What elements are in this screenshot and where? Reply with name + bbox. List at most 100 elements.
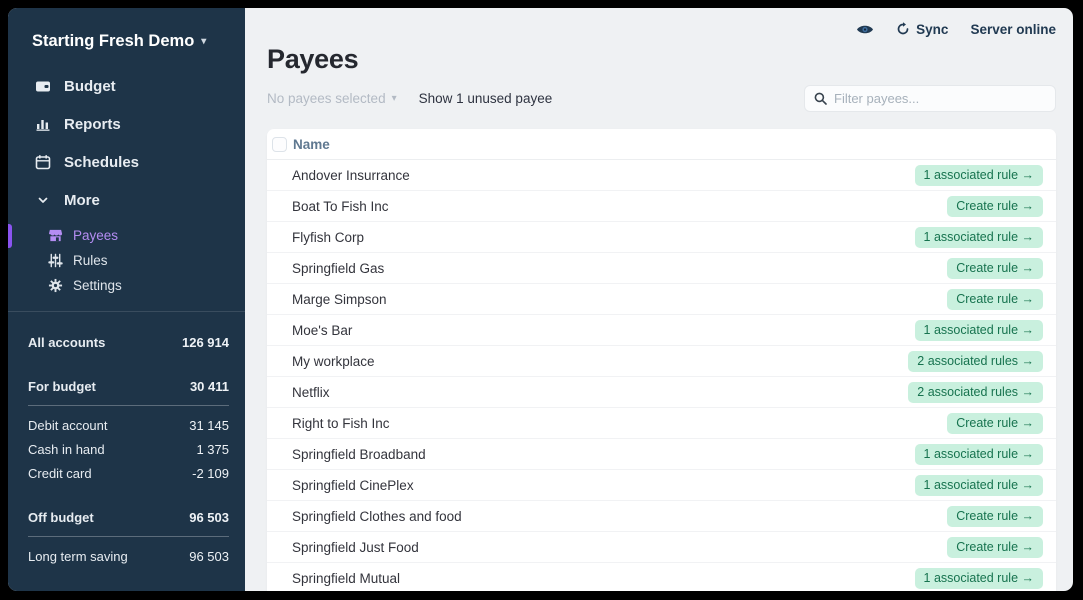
account-balance: -2 109 <box>192 466 229 481</box>
rule-badge[interactable]: Create rule → <box>947 258 1043 279</box>
add-account-button[interactable]: + Add account <box>8 590 245 591</box>
rule-badge[interactable]: 2 associated rules → <box>908 382 1043 403</box>
sidebar-item-label: Reports <box>64 116 121 133</box>
main-content: Sync Server online Payees No payees sele… <box>245 8 1073 591</box>
sidebar-item-label: Rules <box>73 253 108 268</box>
table-row[interactable]: Springfield Broadband 1 associated rule … <box>267 439 1056 470</box>
table-row[interactable]: Springfield CinePlex 1 associated rule → <box>267 470 1056 501</box>
payee-name: Boat To Fish Inc <box>292 199 947 214</box>
chevron-down-icon: ▾ <box>201 36 206 47</box>
account-label: Credit card <box>28 466 92 481</box>
sidebar-item-schedules[interactable]: Schedules <box>8 143 245 181</box>
rule-badge[interactable]: 1 associated rule → <box>915 568 1043 589</box>
privacy-eye-button[interactable] <box>856 23 874 36</box>
for-budget-row[interactable]: For budget 30 411 <box>28 369 229 406</box>
rule-badge[interactable]: Create rule → <box>947 537 1043 558</box>
chevron-down-icon <box>35 192 51 208</box>
eye-icon <box>856 23 874 36</box>
payees-selected-label: No payees selected <box>267 91 386 106</box>
table-row[interactable]: Moe's Bar 1 associated rule → <box>267 315 1056 346</box>
payees-selected-dropdown[interactable]: No payees selected ▾ <box>267 91 397 106</box>
sidebar-item-more[interactable]: More <box>8 181 245 219</box>
table-row[interactable]: Andover Insurrance 1 associated rule → <box>267 160 1056 191</box>
rule-badge[interactable]: 1 associated rule → <box>915 475 1043 496</box>
payee-name: Marge Simpson <box>292 292 947 307</box>
account-label: Cash in hand <box>28 442 105 457</box>
table-row[interactable]: Flyfish Corp 1 associated rule → <box>267 222 1056 253</box>
server-status-label: Server online <box>970 22 1056 37</box>
cash-in-hand-row[interactable]: Cash in hand 1 375 <box>28 437 229 461</box>
chevron-down-icon: ▾ <box>392 93 397 104</box>
rule-badge[interactable]: 2 associated rules → <box>908 351 1043 372</box>
payee-name: Springfield Clothes and food <box>292 509 947 524</box>
payee-name: Netflix <box>292 385 908 400</box>
sidebar-menu: Budget Reports Schedules More <box>8 67 245 219</box>
app-window: Starting Fresh Demo ▾ Budget Reports <box>8 8 1073 591</box>
rule-badge[interactable]: Create rule → <box>947 506 1043 527</box>
sidebar-item-label: Schedules <box>64 154 139 171</box>
rule-badge[interactable]: Create rule → <box>947 196 1043 217</box>
table-row[interactable]: Right to Fish Inc Create rule → <box>267 408 1056 439</box>
show-unused-payee-link[interactable]: Show 1 unused payee <box>419 91 553 106</box>
budget-name: Starting Fresh Demo <box>32 32 194 51</box>
page-title: Payees <box>267 44 1056 75</box>
select-all-checkbox[interactable] <box>272 137 287 152</box>
sliders-icon <box>47 253 63 269</box>
sidebar-item-rules[interactable]: Rules <box>8 248 245 273</box>
rule-badge[interactable]: Create rule → <box>947 289 1043 310</box>
account-label: Debit account <box>28 418 108 433</box>
payee-name: Flyfish Corp <box>292 230 915 245</box>
payee-name: Springfield Just Food <box>292 540 947 555</box>
wallet-icon <box>35 78 51 94</box>
table-row[interactable]: Springfield Just Food Create rule → <box>267 532 1056 563</box>
account-balance: 1 375 <box>196 442 229 457</box>
all-accounts-row[interactable]: All accounts 126 914 <box>28 335 229 369</box>
off-budget-row[interactable]: Off budget 96 503 <box>28 500 229 537</box>
active-indicator <box>8 224 12 248</box>
account-balance: 96 503 <box>189 549 229 564</box>
topbar: Sync Server online <box>245 8 1073 41</box>
search-icon <box>814 92 827 105</box>
server-status[interactable]: Server online <box>970 22 1056 37</box>
table-row[interactable]: Boat To Fish Inc Create rule → <box>267 191 1056 222</box>
debit-account-row[interactable]: Debit account 31 145 <box>28 413 229 437</box>
payee-name: Right to Fish Inc <box>292 416 947 431</box>
page-header: Payees No payees selected ▾ Show 1 unuse… <box>245 41 1073 112</box>
table-row[interactable]: Springfield Clothes and food Create rule… <box>267 501 1056 532</box>
payee-name: Springfield Broadband <box>292 447 915 462</box>
long-term-saving-row[interactable]: Long term saving 96 503 <box>28 544 229 568</box>
payee-name: Springfield Mutual <box>292 571 915 586</box>
rule-badge[interactable]: 1 associated rule → <box>915 165 1043 186</box>
payee-table-body: Andover Insurrance 1 associated rule → B… <box>267 160 1056 591</box>
payee-name: Andover Insurrance <box>292 168 915 183</box>
sidebar-item-label: Settings <box>73 278 122 293</box>
calendar-icon <box>35 154 51 170</box>
account-label: Long term saving <box>28 549 128 564</box>
sidebar-item-reports[interactable]: Reports <box>8 105 245 143</box>
rule-badge[interactable]: 1 associated rule → <box>915 227 1043 248</box>
table-row[interactable]: Springfield Mutual 1 associated rule → <box>267 563 1056 591</box>
payees-table: Name Andover Insurrance 1 associated rul… <box>267 129 1056 591</box>
sidebar-item-payees[interactable]: Payees <box>8 223 245 248</box>
table-row[interactable]: Marge Simpson Create rule → <box>267 284 1056 315</box>
table-row[interactable]: My workplace 2 associated rules → <box>267 346 1056 377</box>
account-balances: All accounts 126 914 For budget 30 411 D… <box>8 312 245 568</box>
sidebar-item-label: Budget <box>64 78 116 95</box>
sidebar-item-budget[interactable]: Budget <box>8 67 245 105</box>
rule-badge[interactable]: 1 associated rule → <box>915 444 1043 465</box>
rule-badge[interactable]: 1 associated rule → <box>915 320 1043 341</box>
sidebar: Starting Fresh Demo ▾ Budget Reports <box>8 8 245 591</box>
sync-button[interactable]: Sync <box>896 22 948 37</box>
account-label: Off budget <box>28 510 94 525</box>
plus-icon: + <box>28 590 37 591</box>
gear-icon <box>47 278 63 294</box>
store-icon <box>47 228 63 244</box>
budget-switcher[interactable]: Starting Fresh Demo ▾ <box>8 8 245 51</box>
table-row[interactable]: Netflix 2 associated rules → <box>267 377 1056 408</box>
credit-card-row[interactable]: Credit card -2 109 <box>28 461 229 485</box>
filter-payees-input[interactable] <box>834 91 1046 106</box>
rule-badge[interactable]: Create rule → <box>947 413 1043 434</box>
sidebar-item-settings[interactable]: Settings <box>8 273 245 298</box>
payee-name: Moe's Bar <box>292 323 915 338</box>
table-row[interactable]: Springfield Gas Create rule → <box>267 253 1056 284</box>
